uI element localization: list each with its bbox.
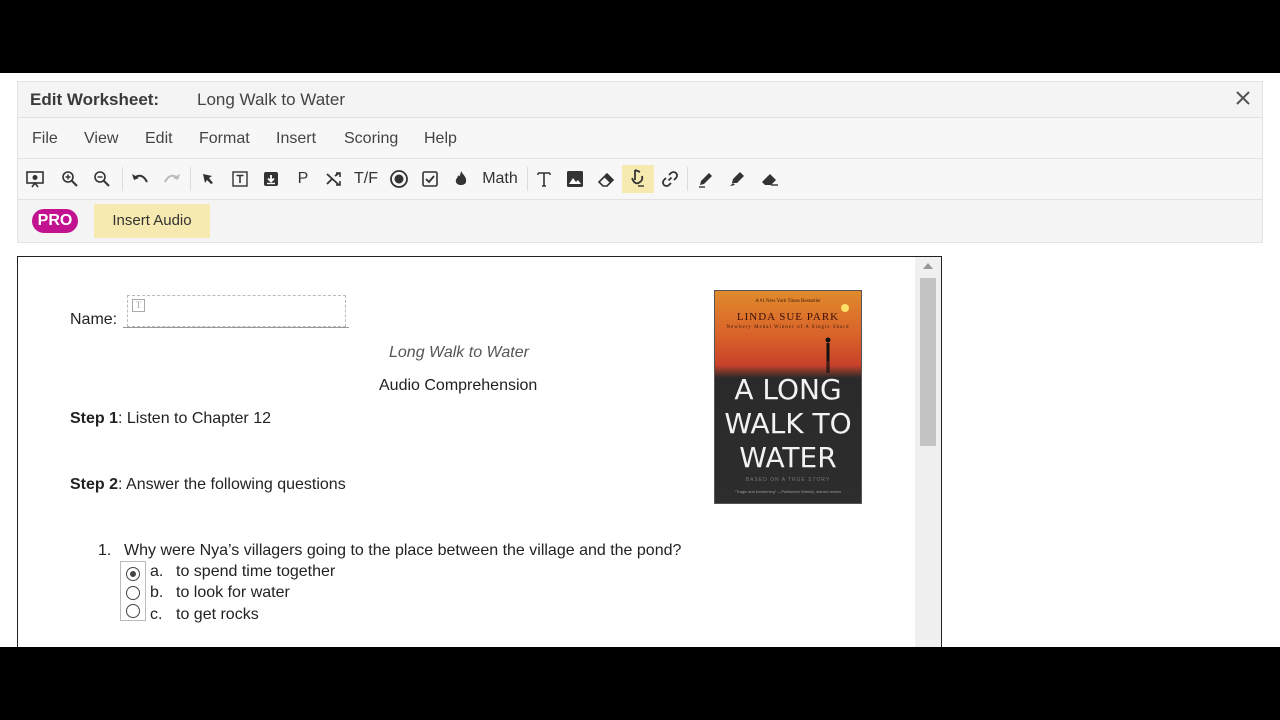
step-2-text: : Answer the following questions bbox=[118, 476, 346, 493]
menu-bar: File View Edit Format Insert Scoring Hel… bbox=[17, 117, 1263, 159]
true-false-tool[interactable]: T/F bbox=[352, 165, 380, 193]
worksheet-canvas[interactable]: Name: T Long Walk to Water Audio Compreh… bbox=[17, 256, 942, 647]
title-bar: Edit Worksheet: Long Walk to Water bbox=[17, 81, 1263, 118]
text-box-icon[interactable] bbox=[228, 165, 252, 193]
step-1-label: Step 1 bbox=[70, 410, 119, 427]
audio-icon[interactable] bbox=[622, 165, 654, 193]
option-c-letter: c. bbox=[150, 606, 163, 623]
step-1: Step 1: Listen to Chapter 12 bbox=[70, 410, 271, 428]
text-icon[interactable] bbox=[532, 165, 556, 193]
name-underline bbox=[123, 327, 349, 328]
menu-format[interactable]: Format bbox=[199, 130, 250, 148]
redo-icon[interactable] bbox=[160, 165, 184, 193]
zoom-in-icon[interactable] bbox=[58, 165, 82, 193]
menu-view[interactable]: View bbox=[84, 130, 118, 148]
book-based-on: BASED ON A TRUE STORY bbox=[745, 477, 831, 483]
option-a-text: to spend time together bbox=[176, 563, 336, 580]
undo-icon[interactable] bbox=[128, 165, 152, 193]
math-tool[interactable]: Math bbox=[479, 165, 521, 193]
vertical-scrollbar[interactable] bbox=[915, 257, 941, 647]
option-a-letter: a. bbox=[150, 563, 164, 580]
insert-audio-button[interactable]: Insert Audio bbox=[94, 204, 210, 238]
scroll-thumb[interactable] bbox=[920, 278, 936, 446]
presentation-icon[interactable] bbox=[22, 165, 48, 193]
answer-options-box bbox=[120, 561, 146, 621]
worksheet-title: Long Walk to Water bbox=[389, 344, 529, 361]
scroll-up-arrow-icon[interactable] bbox=[923, 263, 933, 269]
name-text-field[interactable]: T bbox=[127, 295, 346, 327]
step-2-label: Step 2 bbox=[70, 476, 119, 493]
link-icon[interactable] bbox=[658, 165, 682, 193]
eraser-icon[interactable] bbox=[594, 165, 618, 193]
menu-file[interactable]: File bbox=[32, 130, 58, 148]
toolbar: P T/F Math bbox=[17, 158, 1263, 199]
zoom-out-icon[interactable] bbox=[90, 165, 114, 193]
edit-worksheet-label: Edit Worksheet: bbox=[30, 90, 160, 109]
radio-button-icon[interactable] bbox=[387, 165, 411, 193]
paragraph-icon[interactable]: P bbox=[293, 165, 313, 193]
book-author-sub: Newbery Medal Winner of A Single Shard bbox=[726, 325, 850, 330]
step-1-text: : Listen to Chapter 12 bbox=[118, 410, 271, 427]
menu-scoring[interactable]: Scoring bbox=[344, 130, 398, 148]
close-icon[interactable] bbox=[1232, 87, 1254, 109]
book-quote: “Tragic and heartening” —Publishers Week… bbox=[734, 489, 842, 494]
option-b-letter: b. bbox=[150, 584, 164, 601]
download-box-icon[interactable] bbox=[259, 165, 283, 193]
option-a-radio[interactable] bbox=[126, 567, 140, 581]
pro-bar: PRO Insert Audio bbox=[17, 199, 1263, 243]
checkbox-icon[interactable] bbox=[418, 165, 442, 193]
select-arrow-icon[interactable] bbox=[196, 165, 220, 193]
shuffle-icon[interactable] bbox=[322, 165, 346, 193]
image-icon[interactable] bbox=[563, 165, 587, 193]
book-tagline: A #1 New York Times Bestseller bbox=[755, 299, 821, 304]
book-title-line-3: WATER bbox=[739, 441, 837, 474]
step-2: Step 2: Answer the following questions bbox=[70, 476, 346, 494]
menu-edit[interactable]: Edit bbox=[145, 130, 173, 148]
name-label: Name: bbox=[70, 311, 118, 328]
pen-icon[interactable] bbox=[694, 165, 718, 193]
text-field-icon: T bbox=[132, 299, 145, 312]
pro-badge: PRO bbox=[32, 209, 78, 233]
book-title-line-1: A LONG bbox=[734, 373, 842, 406]
option-c-radio[interactable] bbox=[126, 604, 140, 618]
app-window: Edit Worksheet: Long Walk to Water File … bbox=[0, 73, 1280, 647]
book-cover-image[interactable]: A #1 New York Times Bestseller LINDA SUE… bbox=[714, 290, 862, 504]
book-title: A LONG WALK TO WATER bbox=[715, 373, 861, 475]
document-name[interactable]: Long Walk to Water bbox=[197, 90, 345, 110]
highlighter-icon[interactable] bbox=[725, 165, 749, 193]
eraser-fill-icon[interactable] bbox=[757, 165, 781, 193]
worksheet-subtitle: Audio Comprehension bbox=[379, 377, 538, 394]
book-title-line-2: WALK TO bbox=[724, 407, 852, 440]
flame-icon[interactable] bbox=[450, 165, 472, 193]
question-text: Why were Nya’s villagers going to the pl… bbox=[124, 542, 682, 559]
menu-help[interactable]: Help bbox=[424, 130, 457, 148]
question-number: 1. bbox=[98, 542, 112, 559]
option-c-text: to get rocks bbox=[176, 606, 259, 623]
option-b-text: to look for water bbox=[176, 584, 290, 601]
book-author: LINDA SUE PARK bbox=[736, 311, 840, 323]
silhouette-figure bbox=[825, 337, 831, 373]
option-b-radio[interactable] bbox=[126, 586, 140, 600]
menu-insert[interactable]: Insert bbox=[276, 130, 316, 148]
